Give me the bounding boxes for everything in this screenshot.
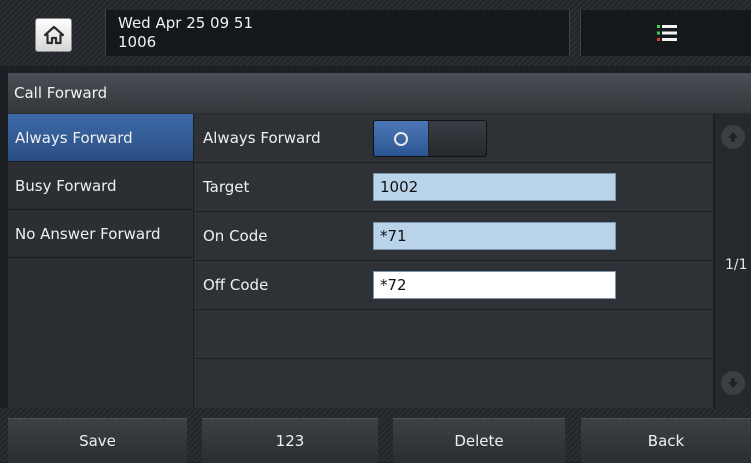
empty-row xyxy=(194,310,713,359)
datetime: Wed Apr 25 09 51 xyxy=(118,14,253,32)
target-row: Target 1002 xyxy=(194,163,713,212)
on-code-row: On Code *71 xyxy=(194,212,713,261)
status-info: Wed Apr 25 09 51 1006 xyxy=(105,10,570,56)
sidebar: Always Forward Busy Forward No Answer Fo… xyxy=(8,114,194,408)
delete-button[interactable]: Delete xyxy=(393,418,565,463)
target-field[interactable]: 1002 xyxy=(373,173,616,201)
off-circle-icon xyxy=(394,131,408,146)
page-indicator: 1/1 xyxy=(725,257,748,273)
home-button[interactable] xyxy=(35,18,72,52)
home-icon xyxy=(43,25,64,45)
softkey-bar: Save 123 Delete Back xyxy=(0,408,751,463)
sidebar-item-busy-forward[interactable]: Busy Forward xyxy=(8,162,193,210)
on-code-label: On Code xyxy=(203,227,268,245)
page-scroller: 1/1 xyxy=(714,114,751,408)
menu-list-icon xyxy=(656,25,677,41)
settings-form: Always Forward Target 1002 On Code *71 O… xyxy=(194,114,713,408)
back-button[interactable]: Back xyxy=(581,418,751,463)
page-down-button[interactable] xyxy=(721,371,745,395)
always-forward-row: Always Forward xyxy=(194,114,713,163)
arrow-up-icon xyxy=(728,132,738,142)
sidebar-item-always-forward[interactable]: Always Forward xyxy=(8,114,193,162)
page-title-bar: Call Forward xyxy=(8,73,751,114)
toggle-track xyxy=(429,121,486,156)
empty-row xyxy=(194,359,713,408)
always-forward-label: Always Forward xyxy=(203,129,321,147)
status-bar: Wed Apr 25 09 51 1006 xyxy=(0,0,751,66)
sidebar-item-no-answer-forward[interactable]: No Answer Forward xyxy=(8,210,193,258)
page-up-button[interactable] xyxy=(721,125,745,149)
extension-number: 1006 xyxy=(118,33,157,51)
arrow-down-icon xyxy=(728,378,738,388)
toggle-knob xyxy=(374,121,428,156)
input-mode-button[interactable]: 123 xyxy=(202,418,378,463)
menu-button[interactable] xyxy=(580,10,751,56)
page-title: Call Forward xyxy=(14,84,108,102)
off-code-field[interactable]: *72 xyxy=(373,271,616,299)
always-forward-toggle[interactable] xyxy=(373,120,487,157)
target-label: Target xyxy=(203,178,250,196)
off-code-row: Off Code *72 xyxy=(194,261,713,310)
save-button[interactable]: Save xyxy=(8,418,187,463)
on-code-field[interactable]: *71 xyxy=(373,222,616,250)
off-code-label: Off Code xyxy=(203,276,269,294)
